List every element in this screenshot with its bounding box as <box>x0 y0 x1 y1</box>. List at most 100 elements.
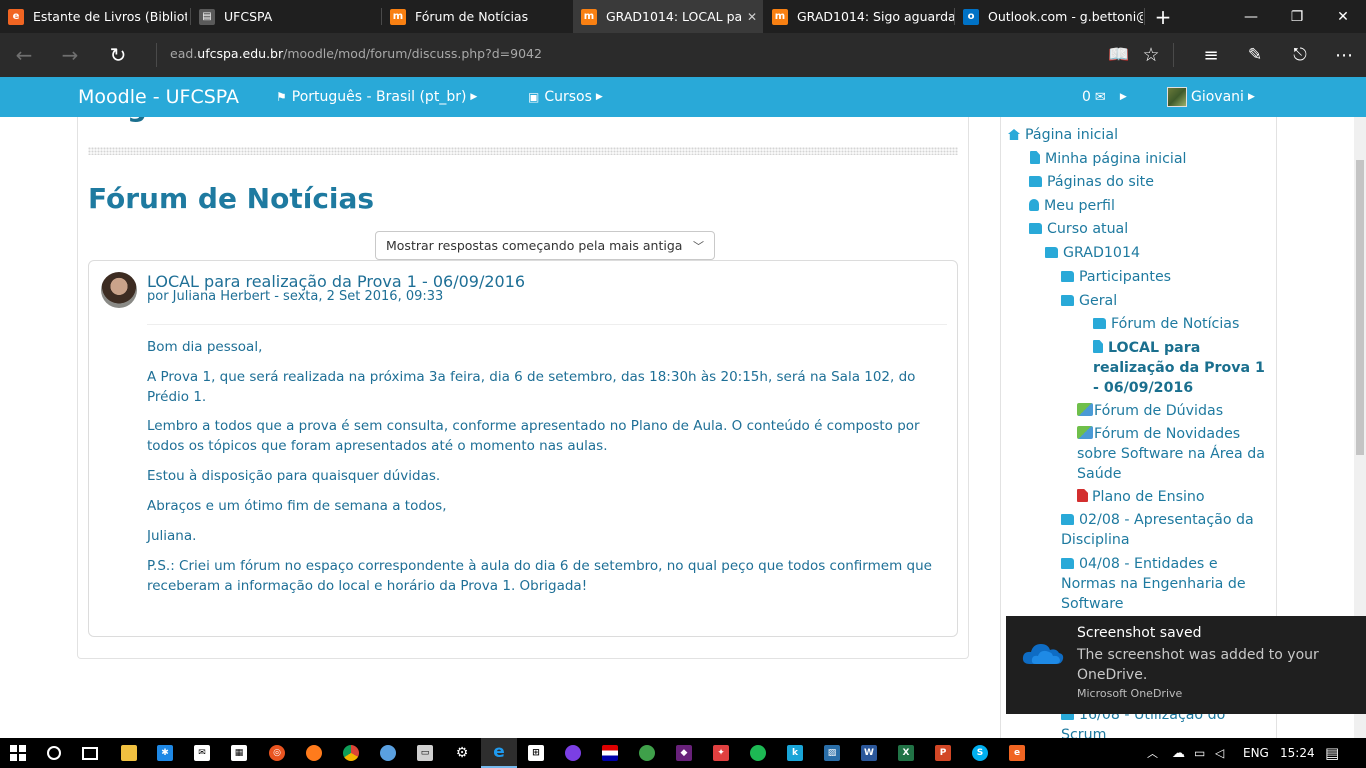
user-avatar <box>1167 87 1187 107</box>
nav-section-0408[interactable]: 04/08 - Entidades e Normas na Engenharia… <box>1061 554 1266 614</box>
tab-estante-de-livros[interactable]: e Estante de Livros (Bibliote <box>0 0 187 33</box>
address-bar[interactable]: ead.ufcspa.edu.br/moodle/mod/forum/discu… <box>170 46 542 61</box>
share-icon[interactable]: ⎋ <box>1276 33 1324 77</box>
taskbar-app[interactable] <box>592 738 628 768</box>
outlook-icon: o <box>963 8 979 25</box>
clock[interactable]: 15:24 <box>1280 738 1315 768</box>
messages-count: 0 <box>1082 89 1091 105</box>
folder-icon <box>121 745 137 761</box>
taskbar-visual-studio[interactable]: ◆ <box>666 738 702 768</box>
input-language-indicator[interactable]: ENG <box>1243 738 1269 768</box>
taskbar-word[interactable]: W <box>851 738 887 768</box>
close-window-button[interactable]: ✕ <box>1320 0 1366 33</box>
hub-icon[interactable]: ≡ <box>1187 33 1235 77</box>
start-button[interactable] <box>0 738 36 768</box>
sort-replies-select[interactable]: Mostrar respostas começando pela mais an… <box>375 231 715 260</box>
taskbar-app[interactable]: ✦ <box>703 738 739 768</box>
onedrive-toast[interactable]: Screenshot saved The screenshot was adde… <box>1006 616 1366 714</box>
nav-home[interactable]: Página inicial <box>1008 125 1118 145</box>
nav-news-forum[interactable]: Fórum de Notícias <box>1093 314 1239 334</box>
nav-participants[interactable]: Participantes <box>1061 267 1171 287</box>
courses-menu[interactable]: ▣ Cursos ▶ <box>528 77 603 117</box>
back-button[interactable]: ← <box>0 33 48 77</box>
taskbar-app[interactable] <box>629 738 665 768</box>
post-paragraph: Estou à disposição para quaisquer dúvida… <box>147 468 441 484</box>
web-note-icon[interactable]: ✎ <box>1231 33 1279 77</box>
taskbar-app[interactable]: k <box>777 738 813 768</box>
taskbar-store[interactable]: ⊞ <box>518 738 554 768</box>
minimize-button[interactable]: — <box>1228 0 1274 33</box>
taskbar-edge[interactable]: e <box>481 738 517 768</box>
language-menu[interactable]: ⚑ Português - Brasil (pt_br) ▶ <box>276 77 477 117</box>
tab-grad1014-local[interactable]: m GRAD1014: LOCAL pa ✕ <box>573 0 763 33</box>
taskbar-excel[interactable]: X <box>888 738 924 768</box>
taskbar-app[interactable] <box>370 738 406 768</box>
folder-open-icon <box>1045 247 1058 258</box>
moodle-header: Moodle - UFCSPA ⚑ Português - Brasil (pt… <box>0 77 1366 117</box>
taskbar-powerpoint[interactable]: P <box>925 738 961 768</box>
taskbar-app[interactable] <box>555 738 591 768</box>
taskbar-app[interactable]: ✱ <box>147 738 183 768</box>
show-hidden-icons-button[interactable]: ︿ <box>1147 738 1158 768</box>
app-icon: ✦ <box>713 745 729 761</box>
nav-general[interactable]: Geral <box>1061 291 1117 311</box>
taskbar-ubuntu[interactable]: ◎ <box>259 738 295 768</box>
excel-icon: X <box>898 745 914 761</box>
taskbar-spotify[interactable] <box>740 738 776 768</box>
nav-label: Páginas do site <box>1047 174 1154 190</box>
nav-label: 04/08 - Entidades e Normas na Engenharia… <box>1061 556 1246 612</box>
tab-title: Outlook.com - g.bettoni@ <box>988 9 1143 24</box>
taskbar-app[interactable]: e <box>999 738 1035 768</box>
post-author-line[interactable]: por Juliana Herbert - sexta, 2 Set 2016,… <box>147 289 443 304</box>
taskbar-mail[interactable]: ✉ <box>184 738 220 768</box>
home-icon <box>1008 129 1020 140</box>
nav-teaching-plan[interactable]: Plano de Ensino <box>1077 487 1205 507</box>
taskbar-firefox[interactable] <box>296 738 332 768</box>
nav-site-pages[interactable]: Páginas do site <box>1029 172 1154 192</box>
tab-grad1014-sigo[interactable]: m GRAD1014: Sigo aguardar <box>764 0 954 33</box>
nav-doubts-forum[interactable]: Fórum de Dúvidas <box>1077 401 1223 421</box>
taskbar-explorer[interactable] <box>111 738 147 768</box>
taskbar-settings[interactable]: ⚙ <box>444 738 480 768</box>
close-tab-icon[interactable]: ✕ <box>741 10 763 24</box>
volume-icon[interactable]: ◁ <box>1215 738 1224 768</box>
nav-my-profile[interactable]: Meu perfil <box>1029 196 1115 216</box>
battery-icon[interactable]: ▭ <box>1194 738 1205 768</box>
forward-button[interactable]: → <box>46 33 94 77</box>
nav-my-home[interactable]: Minha página inicial <box>1030 149 1186 169</box>
nav-grad1014[interactable]: GRAD1014 <box>1045 243 1140 263</box>
taskbar-app[interactable]: ▭ <box>407 738 443 768</box>
more-options-icon[interactable]: ⋯ <box>1320 33 1366 77</box>
site-brand-link[interactable]: Moodle - UFCSPA <box>78 77 239 117</box>
onedrive-tray-icon[interactable]: ☁ <box>1172 738 1185 768</box>
scrollbar-thumb[interactable] <box>1356 160 1364 455</box>
nav-section-0208[interactable]: 02/08 - Apresentação da Disciplina <box>1061 510 1271 550</box>
nav-current-post[interactable]: LOCAL para realização da Prova 1 - 06/09… <box>1093 338 1268 398</box>
post-paragraph: Abraços e um ótimo fim de semana a todos… <box>147 498 447 514</box>
taskbar-chrome[interactable] <box>333 738 369 768</box>
favorite-star-icon[interactable]: ☆ <box>1127 33 1175 77</box>
nav-label: Geral <box>1079 293 1118 309</box>
new-tab-button[interactable]: + <box>1140 0 1186 33</box>
tab-title: Fórum de Notícias <box>415 9 529 24</box>
tab-outlook[interactable]: o Outlook.com - g.bettoni@ <box>955 0 1143 33</box>
user-menu[interactable]: Giovani ▶ <box>1167 77 1255 117</box>
document-icon <box>1030 151 1040 164</box>
task-view-button[interactable] <box>72 738 108 768</box>
nav-current-course[interactable]: Curso atual <box>1029 219 1128 239</box>
search-button[interactable] <box>36 738 72 768</box>
taskbar-calendar[interactable]: ▦ <box>221 738 257 768</box>
tab-ufcspa[interactable]: ▤ UFCSPA <box>191 0 381 33</box>
tab-forum-de-noticias[interactable]: m Fórum de Notícias <box>382 0 572 33</box>
messages-menu[interactable]: 0 ✉ ▶ <box>1082 77 1127 117</box>
taskbar-app[interactable]: ▨ <box>814 738 850 768</box>
restore-button[interactable]: ❐ <box>1274 0 1320 33</box>
toast-title: Screenshot saved <box>1077 625 1202 641</box>
author-avatar[interactable] <box>101 272 137 308</box>
toast-source: Microsoft OneDrive <box>1077 687 1183 700</box>
taskbar-skype[interactable]: S <box>962 738 998 768</box>
action-center-icon[interactable]: ▤ <box>1325 738 1339 768</box>
nav-software-news-forum[interactable]: Fórum de Novidades sobre Software na Áre… <box>1077 424 1272 484</box>
forum-icon <box>1077 426 1093 439</box>
refresh-button[interactable]: ↻ <box>94 33 142 77</box>
